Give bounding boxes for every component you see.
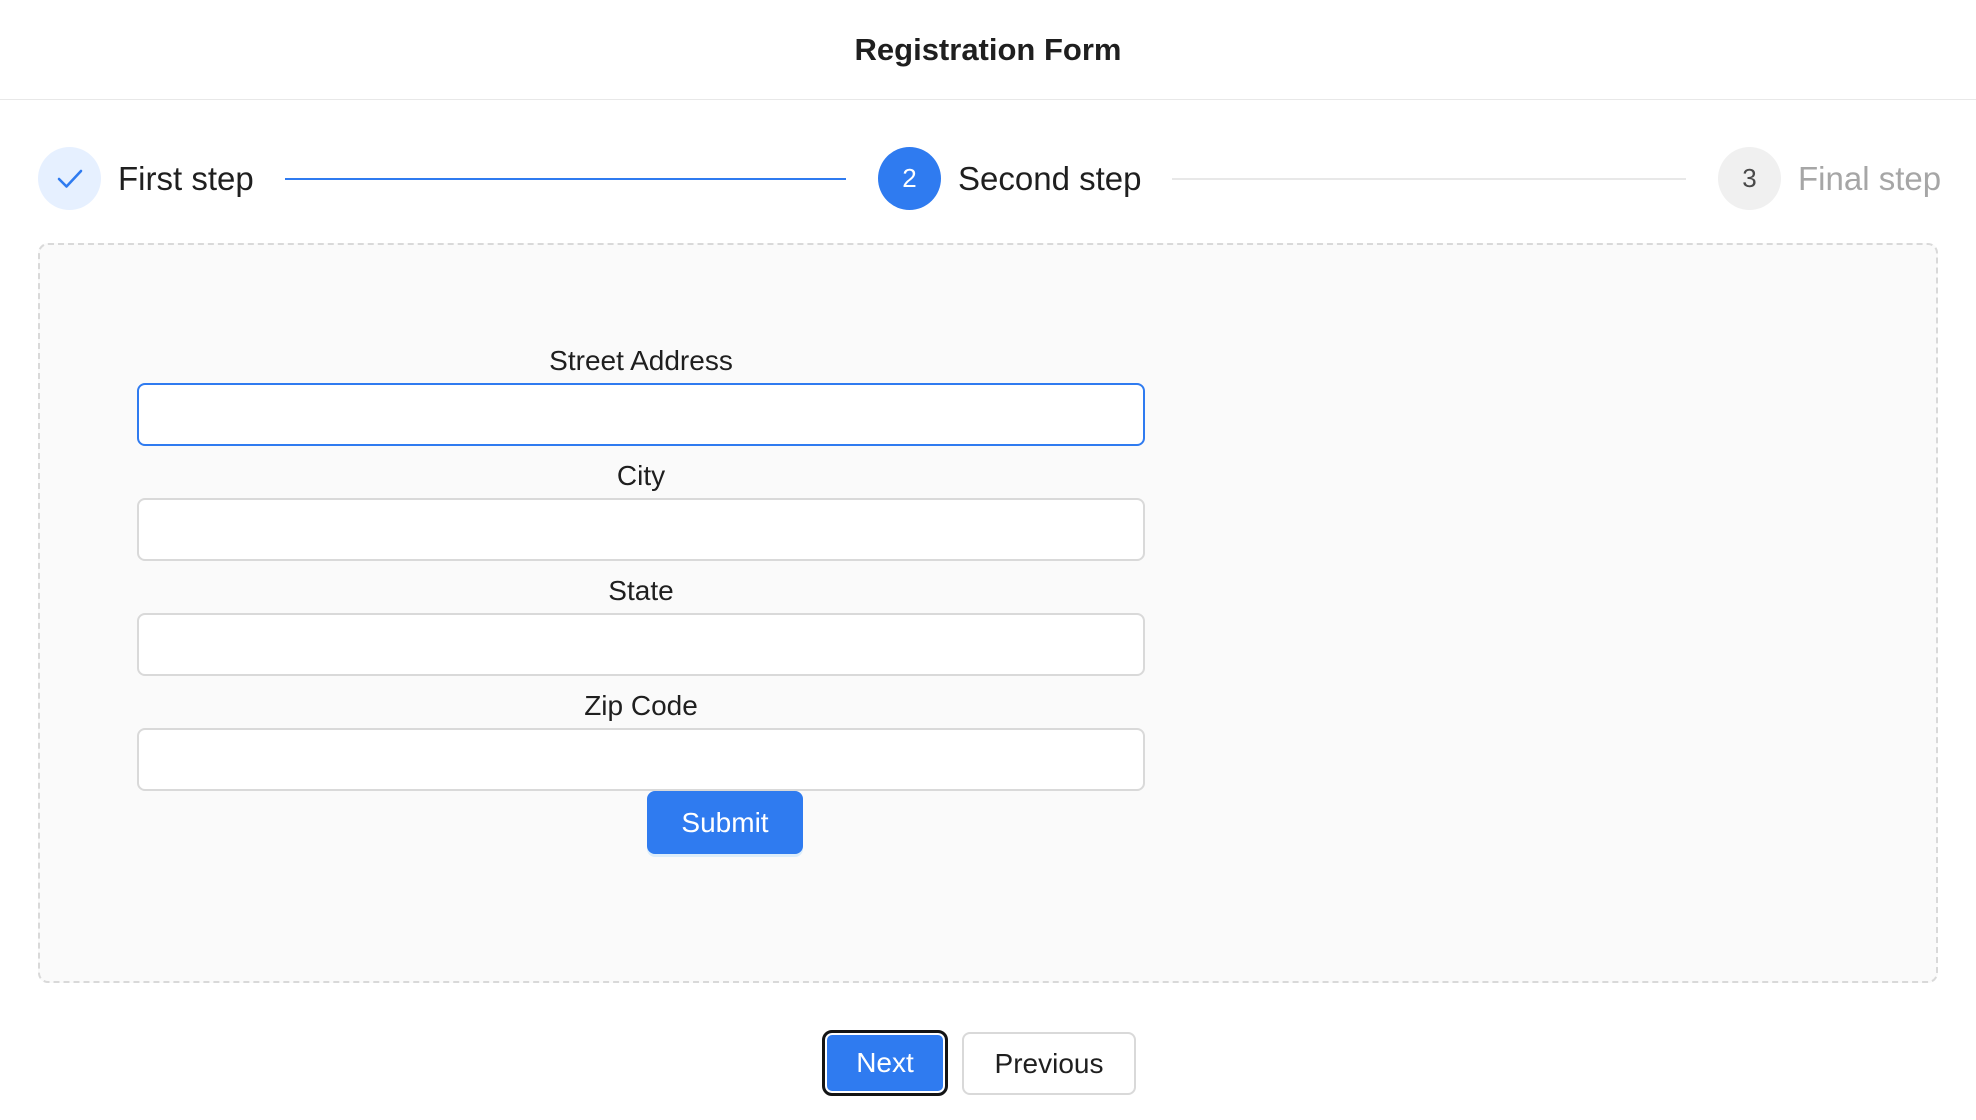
street-address-input[interactable] xyxy=(137,383,1145,446)
step-3-number-icon: 3 xyxy=(1718,147,1781,210)
zip-code-label: Zip Code xyxy=(584,690,698,721)
step-connector-2 xyxy=(1172,178,1686,180)
next-button[interactable]: Next xyxy=(822,1030,948,1096)
steps: First step 2 Second step 3 Final step xyxy=(0,145,1976,211)
street-address-field: Street Address xyxy=(137,345,1145,446)
check-icon xyxy=(57,169,82,188)
step-3-title: Final step xyxy=(1798,160,1942,197)
step-1-title: First step xyxy=(118,160,254,197)
city-input[interactable] xyxy=(137,498,1145,561)
previous-button[interactable]: Previous xyxy=(962,1032,1136,1095)
state-label: State xyxy=(608,575,674,606)
step-navigation: Next Previous xyxy=(0,1030,1976,1096)
city-field: City xyxy=(137,460,1145,561)
step-1-check-icon xyxy=(38,147,101,210)
registration-app: Registration Form First step 2 Second st… xyxy=(0,0,1976,1120)
step-2-number-icon: 2 xyxy=(878,147,941,210)
street-address-label: Street Address xyxy=(549,345,733,376)
step-connector-1 xyxy=(285,178,846,180)
state-field: State xyxy=(137,575,1145,676)
submit-row: Submit xyxy=(137,791,1145,854)
zip-code-input[interactable] xyxy=(137,728,1145,791)
city-label: City xyxy=(616,460,666,491)
state-input[interactable] xyxy=(137,613,1145,676)
step-2-title: Second step xyxy=(958,160,1142,197)
step-content-panel: Street Address City State Zip Code Submi… xyxy=(38,243,1938,983)
zip-code-field: Zip Code xyxy=(137,690,1145,791)
page-header: Registration Form xyxy=(0,0,1976,100)
submit-button[interactable]: Submit xyxy=(647,791,803,854)
page-title: Registration Form xyxy=(854,31,1122,67)
address-form: Street Address City State Zip Code Submi… xyxy=(137,345,1145,854)
